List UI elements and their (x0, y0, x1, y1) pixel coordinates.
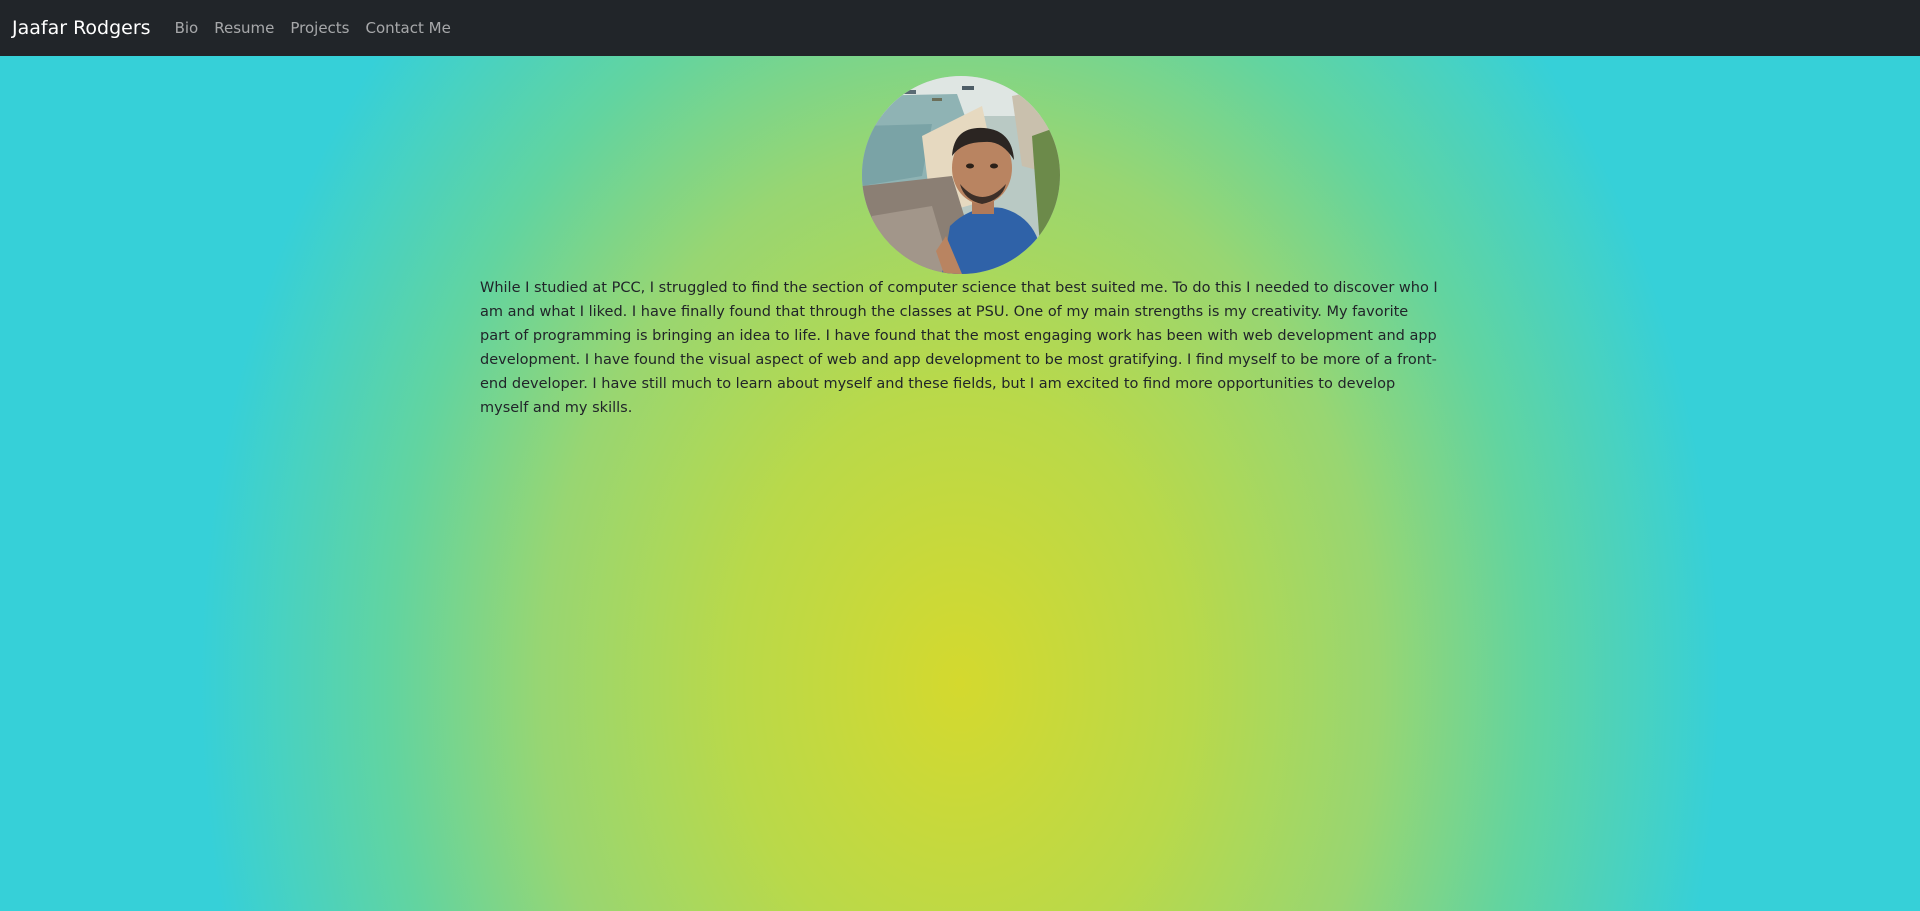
nav-link-projects[interactable]: Projects (290, 19, 349, 37)
nav-link-resume[interactable]: Resume (214, 19, 274, 37)
top-navbar: Jaafar Rodgers Bio Resume Projects Conta… (0, 0, 1920, 56)
profile-photo (862, 76, 1060, 274)
nav-link-contact-me[interactable]: Contact Me (366, 19, 451, 37)
bio-paragraph: While I studied at PCC, I struggled to f… (480, 280, 1438, 416)
brand-link[interactable]: Jaafar Rodgers (12, 17, 151, 39)
profile-photo-image (862, 76, 1060, 274)
nav-links: Bio Resume Projects Contact Me (175, 19, 451, 37)
nav-link-bio[interactable]: Bio (175, 19, 199, 37)
